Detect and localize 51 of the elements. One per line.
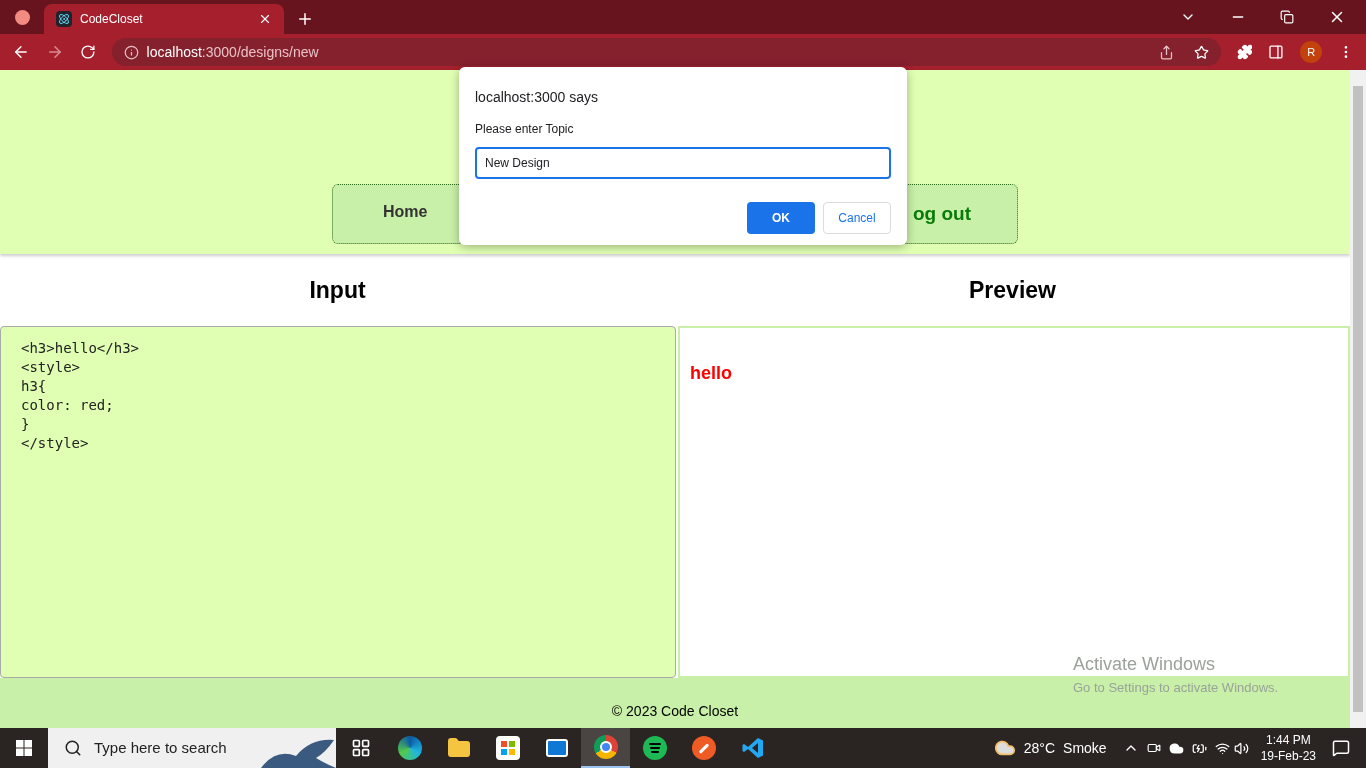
tab-title: CodeCloset xyxy=(80,11,144,28)
star-icon[interactable] xyxy=(1193,44,1209,60)
folder-icon xyxy=(446,736,471,760)
cancel-button[interactable]: Cancel xyxy=(823,202,891,234)
share-icon[interactable] xyxy=(1158,44,1174,60)
clock-time[interactable]: 1:44 PM xyxy=(1265,732,1311,748)
scrollbar[interactable] xyxy=(1350,70,1366,728)
profile-avatar[interactable]: R xyxy=(1300,41,1323,63)
address-bar[interactable]: localhost:3000/designs/new xyxy=(111,38,1221,66)
side-panel-icon[interactable] xyxy=(1268,44,1285,60)
notifications-icon[interactable] xyxy=(1332,739,1350,757)
activation-title: Activate Windows xyxy=(1073,653,1217,676)
ok-button[interactable]: OK xyxy=(747,202,815,234)
back-icon[interactable] xyxy=(12,43,30,61)
task-view-icon xyxy=(350,738,371,758)
address-text: localhost:3000/designs/new xyxy=(146,42,319,62)
clock-date[interactable]: 19-Feb-23 xyxy=(1260,748,1316,764)
wifi-icon[interactable] xyxy=(1214,740,1230,756)
dialog-title: localhost:3000 says xyxy=(475,88,599,107)
sound-waves-icon xyxy=(642,736,667,760)
nav-link[interactable]: Home xyxy=(383,200,428,224)
search-placeholder: Type here to search xyxy=(94,737,227,758)
close-icon[interactable] xyxy=(258,12,272,26)
panel-title: Input xyxy=(308,275,367,305)
chrome-icon xyxy=(593,735,618,759)
taskbar-search-field[interactable]: Type here to search xyxy=(48,728,336,768)
camera-icon[interactable] xyxy=(1146,741,1161,755)
code-editor[interactable]: <h3>hello</h3> <style> h3{ color: red; } </style> xyxy=(0,326,676,678)
new-tab-icon[interactable] xyxy=(296,10,314,28)
weather-temp: 28°C xyxy=(1023,738,1056,758)
taskbar-app[interactable] xyxy=(581,728,630,768)
info-icon[interactable] xyxy=(123,44,139,60)
search-icon xyxy=(64,739,82,757)
copyright-text: © 2023 Code Closet xyxy=(611,702,739,721)
cloud-icon[interactable] xyxy=(1168,740,1184,756)
weather-condition: Smoke xyxy=(1063,738,1107,758)
restore-icon[interactable] xyxy=(1280,10,1294,24)
speaker-icon[interactable] xyxy=(1233,740,1249,756)
panel-title: Preview xyxy=(968,275,1057,305)
nav-link[interactable]: og out xyxy=(912,199,971,229)
shopping-bag-icon xyxy=(495,736,520,760)
windows-logo-icon[interactable] xyxy=(16,740,32,756)
atom-icon xyxy=(56,11,72,27)
extensions-icon[interactable] xyxy=(1236,44,1253,60)
mail-icon xyxy=(544,736,569,760)
topic-input[interactable]: New Design xyxy=(475,147,891,179)
preview-heading: hello xyxy=(690,362,733,385)
dialog-message: Please enter Topic xyxy=(475,121,575,138)
browser-tab[interactable]: CodeCloset xyxy=(44,4,284,34)
activation-note: Go to Settings to activate Windows. xyxy=(1073,679,1279,697)
reload-icon[interactable] xyxy=(79,44,96,60)
